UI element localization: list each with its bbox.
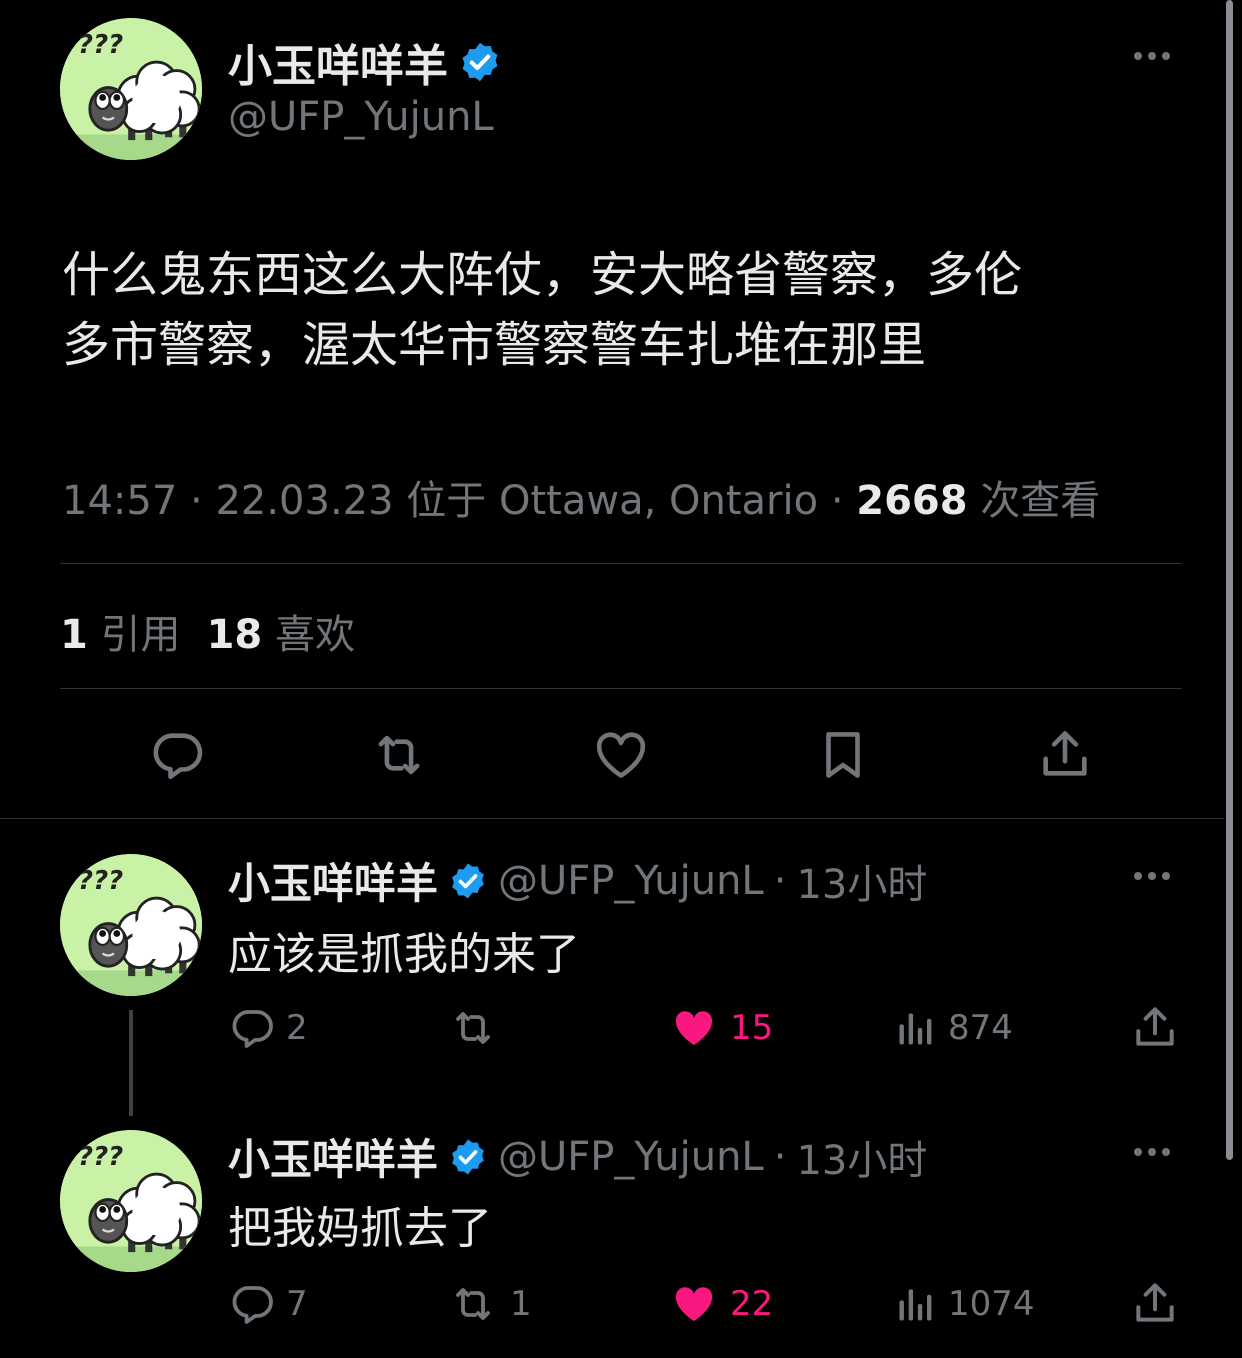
like-button[interactable]: 15 (668, 1004, 773, 1052)
views-button[interactable]: 874 (894, 1004, 1013, 1052)
avatar[interactable]: ??? (60, 18, 202, 160)
quotes-link[interactable]: 1 引用 (60, 602, 181, 660)
divider (0, 818, 1224, 819)
heart-filled-icon (668, 1280, 720, 1328)
like-button[interactable] (592, 726, 650, 784)
verified-badge-icon (448, 1137, 488, 1177)
heart-icon (592, 726, 650, 784)
author-row: 小玉咩咩羊 (228, 30, 502, 94)
reply-text: 把我妈抓去了 (228, 1203, 492, 1254)
divider (60, 563, 1182, 564)
share-button[interactable] (1130, 1278, 1180, 1328)
author-name[interactable]: 小玉咩咩羊 (228, 850, 438, 911)
reply-button[interactable]: 7 (228, 1280, 308, 1328)
quotes-count: 1 (60, 612, 88, 658)
reply-icon (148, 726, 206, 784)
bookmark-icon (814, 724, 872, 786)
views-button[interactable]: 1074 (894, 1280, 1035, 1328)
retweet-button[interactable] (446, 1004, 510, 1052)
more-options-icon[interactable] (1134, 872, 1170, 880)
engagement-stats: 1 引用 18 喜欢 (60, 602, 355, 660)
retweet-count: 1 (510, 1284, 532, 1324)
verified-badge-icon (458, 40, 502, 84)
reply-icon (228, 1004, 276, 1052)
share-icon (1130, 1278, 1180, 1328)
tweet-meta: 14:57 · 22.03.23 位于 Ottawa, Ontario · 26… (62, 468, 1100, 526)
retweet-icon (446, 1004, 500, 1052)
likes-count: 18 (206, 612, 263, 658)
avatar-question-marks: ??? (78, 866, 124, 896)
like-button[interactable]: 22 (668, 1280, 773, 1328)
more-options-icon[interactable] (1134, 52, 1170, 60)
location-prefix: 位于 (406, 478, 487, 524)
share-button[interactable] (1130, 1002, 1180, 1052)
share-button[interactable] (1036, 724, 1094, 784)
views-count: 2668 (856, 478, 968, 524)
quotes-label: 引用 (100, 612, 181, 658)
avatar-question-marks: ??? (78, 1142, 124, 1172)
retweet-button[interactable]: 1 (446, 1280, 532, 1328)
reply-age[interactable]: 13小时 (796, 852, 927, 910)
bookmark-button[interactable] (814, 724, 872, 786)
scrollbar[interactable] (1226, 0, 1233, 1160)
more-options-icon[interactable] (1134, 1148, 1170, 1156)
retweet-icon (446, 1280, 500, 1328)
likes-link[interactable]: 18 喜欢 (207, 602, 355, 660)
heart-filled-icon (668, 1004, 720, 1052)
reply-avatar[interactable]: ??? (60, 854, 202, 996)
retweet-icon (368, 726, 430, 784)
reply-count: 7 (286, 1284, 308, 1324)
reply-count: 2 (286, 1008, 308, 1048)
reply-icon (228, 1280, 276, 1328)
like-count: 22 (730, 1284, 774, 1324)
author-name[interactable]: 小玉咩咩羊 (228, 1126, 438, 1187)
verified-badge-icon (448, 861, 488, 901)
views-label: 次查看 (980, 478, 1101, 524)
views-chart-icon (894, 1004, 938, 1052)
tweet-text-line: 多市警察，渥太华市警察警车扎堆在那里 (62, 317, 927, 373)
reply-button[interactable]: 2 (228, 1004, 308, 1052)
tweet-location[interactable]: Ottawa, Ontario (499, 478, 818, 524)
separator: · (190, 478, 203, 524)
retweet-button[interactable] (368, 726, 430, 784)
tweet-date[interactable]: 22.03.23 (215, 478, 393, 524)
tweet-time[interactable]: 14:57 (62, 478, 177, 524)
reply-age[interactable]: 13小时 (796, 1128, 927, 1186)
avatar-question-marks: ??? (78, 30, 124, 60)
share-icon (1130, 1002, 1180, 1052)
likes-label: 喜欢 (274, 612, 355, 658)
divider (60, 688, 1182, 689)
view-count: 874 (948, 1008, 1013, 1048)
author-name[interactable]: 小玉咩咩羊 (228, 30, 448, 94)
separator: · (773, 1133, 787, 1180)
separator: · (830, 478, 844, 524)
like-count: 15 (730, 1008, 774, 1048)
view-count: 1074 (948, 1284, 1035, 1324)
author-handle[interactable]: @UFP_YujunL (228, 94, 494, 140)
author-handle[interactable]: @UFP_YujunL (498, 858, 764, 904)
author-handle[interactable]: @UFP_YujunL (498, 1134, 764, 1180)
separator: · (773, 857, 787, 904)
thread-connector-line (129, 1010, 133, 1116)
reply-avatar[interactable]: ??? (60, 1130, 202, 1272)
tweet-text: 什么鬼东西这么大阵仗，安大略省警察，多伦 多市警察，渥太华市警察警车扎堆在那里 (62, 240, 1022, 380)
share-icon (1036, 724, 1094, 784)
reply-header: 小玉咩咩羊 @UFP_YujunL · 13小时 (228, 1126, 927, 1187)
reply-header: 小玉咩咩羊 @UFP_YujunL · 13小时 (228, 850, 927, 911)
reply-button[interactable] (148, 726, 206, 784)
reply-text: 应该是抓我的来了 (228, 929, 580, 980)
views-chart-icon (894, 1280, 938, 1328)
tweet-text-line: 什么鬼东西这么大阵仗，安大略省警察，多伦 (62, 247, 1023, 303)
